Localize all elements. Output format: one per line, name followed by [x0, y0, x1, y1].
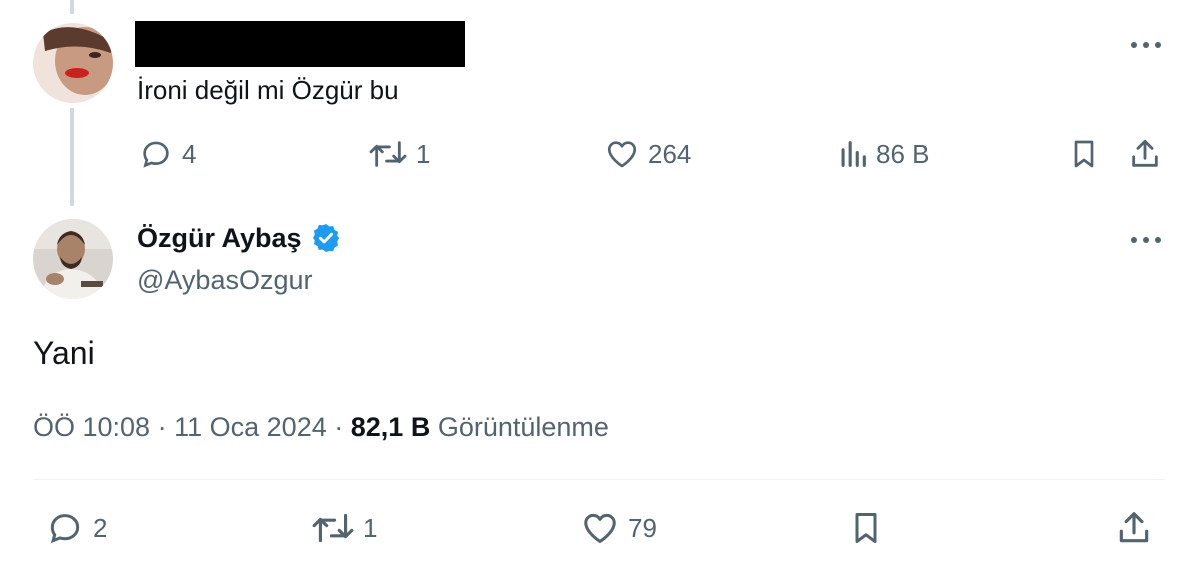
verified-badge-icon — [312, 224, 339, 252]
meta-separator: · — [334, 412, 344, 442]
main-retweet-count: 1 — [363, 512, 378, 543]
share-icon — [1132, 139, 1158, 167]
reply-views-count: 86 B — [876, 138, 930, 169]
heart-icon — [607, 141, 637, 168]
bookmark-icon — [855, 513, 877, 543]
main-author-name-row[interactable]: Özgür Aybaş — [137, 220, 342, 256]
reply-reply-button[interactable]: 4 — [138, 134, 196, 174]
bookmark-icon — [1074, 140, 1094, 168]
more-dots-icon — [1131, 237, 1161, 243]
reply-icon — [143, 141, 169, 168]
reply-more-button[interactable] — [1126, 33, 1166, 57]
views-chart-icon — [841, 141, 866, 167]
reply-icon — [50, 514, 80, 544]
thread-line-top — [70, 0, 74, 14]
reply-tweet-text: İroni değil mi Özgür bu — [137, 75, 399, 105]
main-like-button[interactable]: 79 — [580, 508, 657, 548]
main-share-button[interactable] — [1115, 508, 1153, 548]
thread-line — [70, 108, 74, 206]
main-more-button[interactable] — [1126, 228, 1166, 252]
retweet-icon — [312, 513, 354, 543]
main-reply-count: 2 — [93, 512, 108, 543]
more-dots-icon — [1131, 42, 1161, 48]
reply-share-button[interactable] — [1128, 134, 1162, 174]
main-author-name[interactable]: Özgür Aybaş — [137, 220, 302, 256]
main-retweet-button[interactable]: 1 — [311, 508, 377, 548]
redacted-author-name — [135, 21, 465, 67]
share-icon — [1119, 512, 1149, 543]
reply-author-avatar[interactable] — [33, 23, 113, 103]
main-like-count: 79 — [628, 512, 657, 543]
divider — [33, 479, 1165, 480]
main-author-handle[interactable]: @AybasOzgur — [137, 262, 313, 298]
view-label: Görüntülenme — [437, 412, 609, 442]
main-bookmark-button[interactable] — [848, 508, 884, 548]
reply-bookmark-button[interactable] — [1068, 134, 1100, 174]
tweet-date[interactable]: 11 Oca 2024 — [174, 412, 327, 442]
main-author-avatar[interactable] — [33, 219, 113, 299]
view-count: 82,1 B — [350, 412, 431, 442]
meta-separator: · — [157, 412, 167, 442]
reply-views-button[interactable]: 86 B — [838, 134, 930, 174]
reply-retweet-button[interactable]: 1 — [368, 134, 430, 174]
reply-like-button[interactable]: 264 — [604, 134, 691, 174]
reply-reply-count: 4 — [182, 138, 197, 169]
reply-like-count: 264 — [648, 138, 692, 169]
reply-retweet-count: 1 — [416, 138, 431, 169]
tweet-meta: ÖÖ 10:08 · 11 Oca 2024 · 82,1 B Görüntül… — [33, 409, 609, 445]
tweet-time[interactable]: ÖÖ 10:08 — [33, 412, 150, 442]
main-tweet-text: Yani — [33, 335, 95, 371]
retweet-icon — [369, 141, 407, 167]
main-reply-button[interactable]: 2 — [45, 508, 107, 548]
heart-icon — [584, 513, 616, 543]
